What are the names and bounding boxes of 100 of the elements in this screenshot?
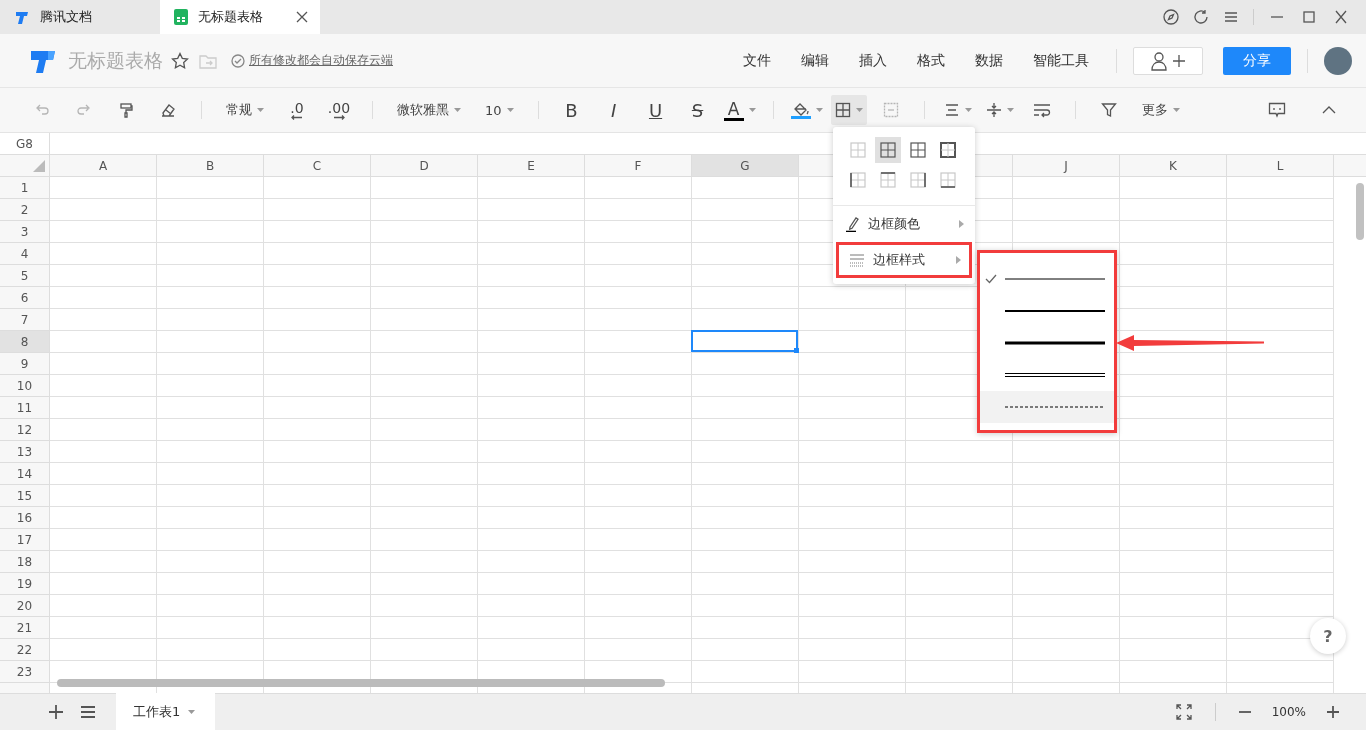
row-header[interactable]: 4 xyxy=(0,243,50,265)
borders-button[interactable] xyxy=(830,95,867,125)
scrollbar-thumb[interactable] xyxy=(57,679,665,687)
row-header[interactable]: 21 xyxy=(0,617,50,639)
strikethrough-button[interactable]: S xyxy=(676,95,719,125)
caret-icon xyxy=(815,108,823,112)
menu-item[interactable]: 数据 xyxy=(960,45,1018,76)
column-header[interactable]: C xyxy=(264,155,371,176)
refresh-icon[interactable] xyxy=(1193,9,1209,25)
selected-cell[interactable] xyxy=(691,330,798,352)
column-header[interactable]: B xyxy=(157,155,264,176)
caret-icon xyxy=(1172,108,1180,112)
dropdown-button[interactable]: 10 xyxy=(473,95,526,125)
column-header[interactable]: D xyxy=(371,155,478,176)
row-header[interactable]: 8 xyxy=(0,331,50,353)
row-header[interactable]: 20 xyxy=(0,595,50,617)
bold-button[interactable]: B xyxy=(550,95,593,125)
italic-button[interactable]: I xyxy=(592,95,635,125)
avatar[interactable] xyxy=(1324,46,1352,75)
arrow-right-icon xyxy=(333,114,345,120)
row-header[interactable]: 10 xyxy=(0,375,50,397)
menu-item[interactable]: 边框颜色 xyxy=(836,206,972,242)
row-header[interactable]: 23 xyxy=(0,661,50,683)
pencil-icon xyxy=(846,216,860,232)
row-header[interactable]: 2 xyxy=(0,199,50,221)
sheet-tab[interactable]: 工作表1 xyxy=(116,693,216,730)
menu-item[interactable]: 编辑 xyxy=(786,45,844,76)
comment-icon xyxy=(1268,102,1286,118)
column-header[interactable]: A xyxy=(50,155,157,176)
redo-icon xyxy=(76,102,92,118)
save-status-link[interactable]: 所有修改都会自动保存云端 xyxy=(249,52,393,69)
merge-cells-icon xyxy=(882,102,899,118)
dropdown-button[interactable]: 更多 xyxy=(1129,95,1192,125)
star-icon[interactable] xyxy=(171,51,189,70)
column-header[interactable]: K xyxy=(1120,155,1227,176)
menu-item[interactable]: 格式 xyxy=(902,45,960,76)
fill-handle[interactable] xyxy=(794,348,799,353)
eraser-icon xyxy=(160,102,176,118)
fullscreen-icon xyxy=(1174,703,1193,721)
chevron-up-icon xyxy=(1322,106,1336,114)
menu-item[interactable]: 边框样式 xyxy=(836,242,972,278)
row-header[interactable]: 22 xyxy=(0,639,50,661)
logo-icon xyxy=(14,9,30,25)
caret-icon xyxy=(964,108,972,112)
border-preset-button[interactable] xyxy=(875,137,901,163)
browser-tab[interactable]: 无标题表格 xyxy=(160,0,320,34)
row-header[interactable]: 14 xyxy=(0,463,50,485)
increase-decimal-button[interactable]: .00 xyxy=(318,95,360,125)
caret-icon xyxy=(188,709,196,714)
row-header[interactable]: 16 xyxy=(0,507,50,529)
check-circle-icon xyxy=(231,53,245,68)
paint-roller-icon xyxy=(118,102,134,118)
font-color-button[interactable]: A xyxy=(718,95,761,125)
browser-tab[interactable]: 腾讯文档 xyxy=(0,0,160,34)
vertical-align-icon xyxy=(985,102,1002,118)
zoom-level: 100% xyxy=(1270,705,1307,719)
row-header[interactable]: 9 xyxy=(0,353,50,375)
column-header[interactable]: L xyxy=(1227,155,1334,176)
plus-icon xyxy=(1326,705,1340,719)
row-header[interactable]: 17 xyxy=(0,529,50,551)
row-header[interactable]: 13 xyxy=(0,441,50,463)
row-header[interactable]: 18 xyxy=(0,551,50,573)
invite-button[interactable] xyxy=(1133,46,1203,75)
row-header[interactable]: 12 xyxy=(0,419,50,441)
row-header[interactable]: 5 xyxy=(0,265,50,287)
caret-icon xyxy=(855,108,863,112)
decrease-decimal-button[interactable]: .0 xyxy=(276,95,318,125)
column-header[interactable]: E xyxy=(478,155,585,176)
filter-icon xyxy=(1100,102,1117,118)
column-header[interactable]: G xyxy=(692,155,799,176)
sheet-icon xyxy=(174,9,188,25)
dropdown-button[interactable]: 常规 xyxy=(214,95,276,125)
row-header[interactable]: 19 xyxy=(0,573,50,595)
grid-icon xyxy=(834,102,851,118)
underline-button[interactable]: U xyxy=(634,95,677,125)
plus-icon xyxy=(48,704,64,720)
caret-icon xyxy=(454,108,461,112)
menu-icon xyxy=(80,704,96,720)
menu-item[interactable]: 文件 xyxy=(728,45,786,76)
row-header[interactable]: 1 xyxy=(0,177,50,199)
person-plus-icon xyxy=(1149,50,1187,71)
dropdown-button[interactable]: 微软雅黑 xyxy=(385,95,473,125)
scrollbar-thumb[interactable] xyxy=(1356,183,1364,240)
menu-item[interactable]: 插入 xyxy=(844,45,902,76)
maximize-icon[interactable] xyxy=(1300,9,1318,25)
menu-item[interactable]: 智能工具 xyxy=(1018,45,1104,76)
close-icon[interactable] xyxy=(296,11,308,23)
caret-icon xyxy=(956,256,961,264)
column-header[interactable]: J xyxy=(1013,155,1120,176)
align-icon xyxy=(943,102,960,118)
undo-icon xyxy=(34,102,50,118)
share-button[interactable]: 分享 xyxy=(1223,46,1291,75)
row-header[interactable]: 15 xyxy=(0,485,50,507)
compass-icon[interactable] xyxy=(1163,9,1179,25)
caret-icon xyxy=(748,108,756,112)
row-header[interactable]: 11 xyxy=(0,397,50,419)
caret-icon xyxy=(506,108,514,112)
row-header[interactable]: 3 xyxy=(0,221,50,243)
menu-icon[interactable] xyxy=(1223,9,1239,25)
row-header[interactable]: 6 xyxy=(0,287,50,309)
